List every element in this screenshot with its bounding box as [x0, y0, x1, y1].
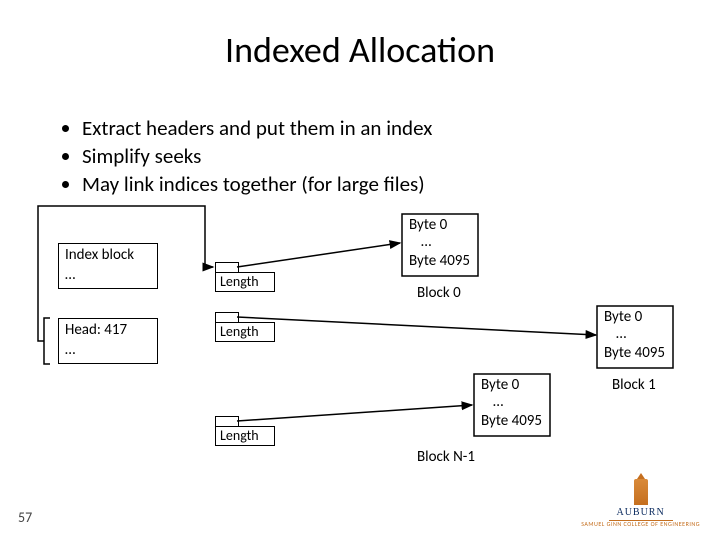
length-box: Length [215, 272, 275, 292]
byte-bottom: Byte 4095 [604, 344, 665, 362]
block1-byte-labels: Byte 0 … Byte 4095 [604, 308, 665, 362]
byte-bottom: Byte 4095 [409, 252, 470, 270]
bullet-list: Extract headers and put them in an index… [42, 115, 432, 199]
index-block-label: Index block [65, 246, 151, 266]
bullet-item: Extract headers and put them in an index [82, 115, 432, 142]
index-block-ellipsis: … [65, 266, 151, 286]
length-box: Length [215, 426, 275, 446]
blockn-byte-labels: Byte 0 … Byte 4095 [481, 376, 542, 430]
block0-name: Block 0 [417, 284, 461, 303]
auburn-logo: AUBURN SAMUEL GINN COLLEGE OF ENGINEERIN… [581, 479, 700, 528]
head-block-label: Head: 417 [65, 321, 151, 341]
length-box: Length [215, 322, 275, 342]
index-block-box: Index block … [58, 243, 158, 289]
byte-ellipsis: … [481, 393, 542, 412]
byte-top: Byte 0 [409, 216, 447, 234]
logo-subtext: SAMUEL GINN COLLEGE OF ENGINEERING [581, 520, 700, 528]
byte-ellipsis: … [409, 233, 470, 252]
tower-icon [634, 479, 648, 505]
logo-text: AUBURN [581, 507, 700, 518]
bullet-item: Simplify seeks [82, 143, 432, 170]
head-block-ellipsis: … [65, 341, 151, 361]
byte-bottom: Byte 4095 [481, 412, 542, 430]
head-block-box: Head: 417 … [58, 318, 158, 364]
bullet-item: May link indices together (for large fil… [82, 171, 432, 198]
block0-byte-labels: Byte 0 … Byte 4095 [409, 216, 470, 270]
blockn-name: Block N-1 [417, 448, 475, 467]
page-number: 57 [18, 509, 32, 526]
byte-top: Byte 0 [604, 308, 642, 326]
byte-top: Byte 0 [481, 376, 519, 394]
block1-name: Block 1 [612, 376, 656, 395]
slide-title: Indexed Allocation [0, 28, 720, 72]
byte-ellipsis: … [604, 325, 665, 344]
